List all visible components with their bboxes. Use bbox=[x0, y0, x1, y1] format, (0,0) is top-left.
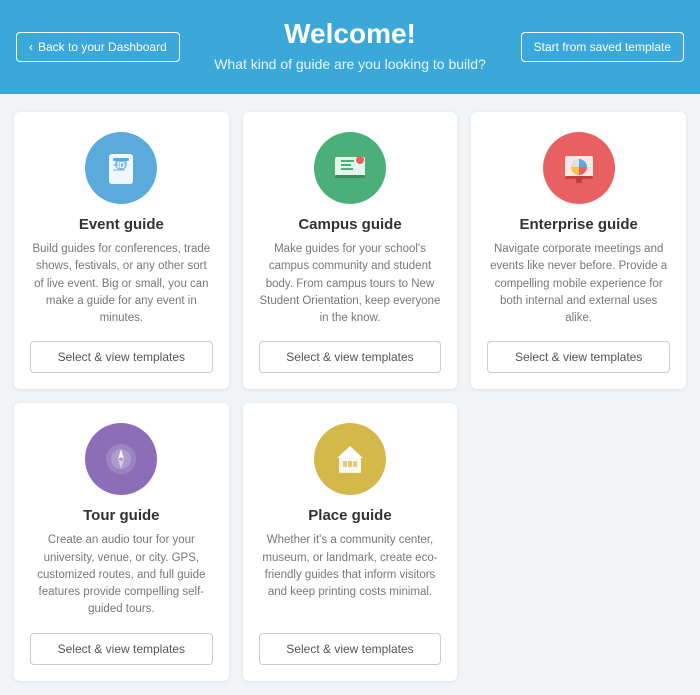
start-from-saved-template-button[interactable]: Start from saved template bbox=[521, 32, 684, 62]
back-to-dashboard-button[interactable]: ‹ Back to your Dashboard bbox=[16, 32, 180, 62]
svg-text:ID: ID bbox=[117, 161, 125, 170]
card-place: Place guide Whether it's a community cen… bbox=[243, 403, 458, 680]
enterprise-title: Enterprise guide bbox=[519, 216, 637, 233]
back-button-label: Back to your Dashboard bbox=[38, 40, 167, 54]
card-event: ID Event guide Build guides for conferen… bbox=[14, 112, 229, 389]
event-title: Event guide bbox=[79, 216, 164, 233]
start-button-label: Start from saved template bbox=[534, 40, 671, 54]
place-select-button[interactable]: Select & view templates bbox=[259, 633, 442, 665]
campus-select-button[interactable]: Select & view templates bbox=[259, 341, 442, 373]
tour-select-button[interactable]: Select & view templates bbox=[30, 633, 213, 665]
campus-icon bbox=[314, 132, 386, 204]
enterprise-description: Navigate corporate meetings and events l… bbox=[487, 241, 670, 327]
chevron-left-icon: ‹ bbox=[29, 40, 33, 54]
place-icon bbox=[314, 423, 386, 495]
campus-description: Make guides for your school's campus com… bbox=[259, 241, 442, 327]
header: ‹ Back to your Dashboard Welcome! What k… bbox=[0, 0, 700, 94]
tour-icon bbox=[85, 423, 157, 495]
campus-title: Campus guide bbox=[298, 216, 401, 233]
place-title: Place guide bbox=[308, 507, 391, 524]
tour-title: Tour guide bbox=[83, 507, 159, 524]
card-enterprise: Enterprise guide Navigate corporate meet… bbox=[471, 112, 686, 389]
place-description: Whether it's a community center, museum,… bbox=[259, 532, 442, 618]
event-select-button[interactable]: Select & view templates bbox=[30, 341, 213, 373]
tour-description: Create an audio tour for your university… bbox=[30, 532, 213, 618]
card-tour: Tour guide Create an audio tour for your… bbox=[14, 403, 229, 680]
event-icon: ID bbox=[85, 132, 157, 204]
event-description: Build guides for conferences, trade show… bbox=[30, 241, 213, 327]
cards-grid: ID Event guide Build guides for conferen… bbox=[0, 94, 700, 695]
card-campus: Campus guide Make guides for your school… bbox=[243, 112, 458, 389]
enterprise-icon bbox=[543, 132, 615, 204]
enterprise-select-button[interactable]: Select & view templates bbox=[487, 341, 670, 373]
